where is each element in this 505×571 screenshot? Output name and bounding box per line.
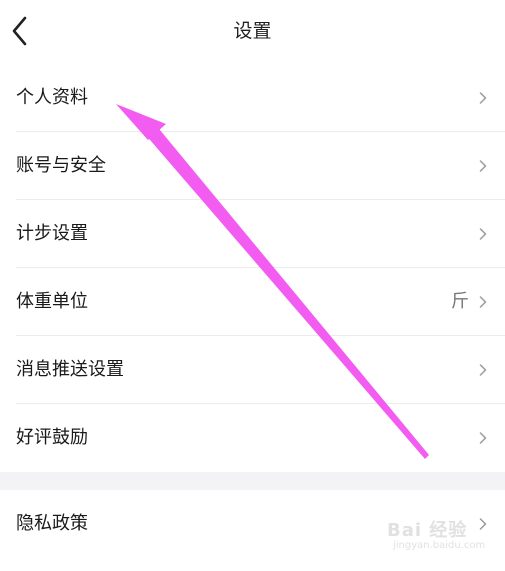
settings-item-label: 个人资料 (16, 87, 88, 108)
settings-item-account-security[interactable]: 账号与安全 (0, 132, 505, 200)
settings-item-weight-unit[interactable]: 体重单位 斤 (0, 268, 505, 336)
settings-item-step-settings[interactable]: 计步设置 (0, 200, 505, 268)
page-title: 设置 (233, 20, 272, 42)
chevron-right-icon (479, 364, 487, 376)
settings-item-rate-us[interactable]: 好评鼓励 (0, 404, 505, 472)
settings-item-label: 体重单位 (16, 291, 88, 312)
settings-item-label: 账号与安全 (16, 155, 106, 176)
chevron-right-icon (479, 160, 487, 172)
settings-item-push-notifications[interactable]: 消息推送设置 (0, 336, 505, 404)
watermark-logo: Bai 经验 jingyan.baidu.com (387, 510, 485, 556)
settings-item-profile[interactable]: 个人资料 (0, 64, 505, 132)
chevron-right-icon (479, 432, 487, 444)
settings-item-label: 计步设置 (16, 223, 88, 244)
chevron-right-icon (479, 518, 487, 530)
settings-group-main: 个人资料 账号与安全 计步设置 体重单位 斤 消息推送设置 好评鼓励 (0, 64, 505, 472)
settings-item-label: 消息推送设置 (16, 359, 124, 380)
section-gap (0, 472, 505, 490)
chevron-right-icon (479, 228, 487, 240)
chevron-right-icon (479, 92, 487, 104)
settings-item-label: 好评鼓励 (16, 427, 88, 448)
watermark-subtext: jingyan.baidu.com (393, 540, 486, 551)
header: 设置 (0, 0, 505, 64)
chevron-right-icon (479, 296, 487, 308)
settings-item-label: 隐私政策 (16, 513, 88, 534)
weight-unit-value: 斤 (451, 291, 469, 312)
watermark-text: Bai 经验 (387, 520, 468, 541)
